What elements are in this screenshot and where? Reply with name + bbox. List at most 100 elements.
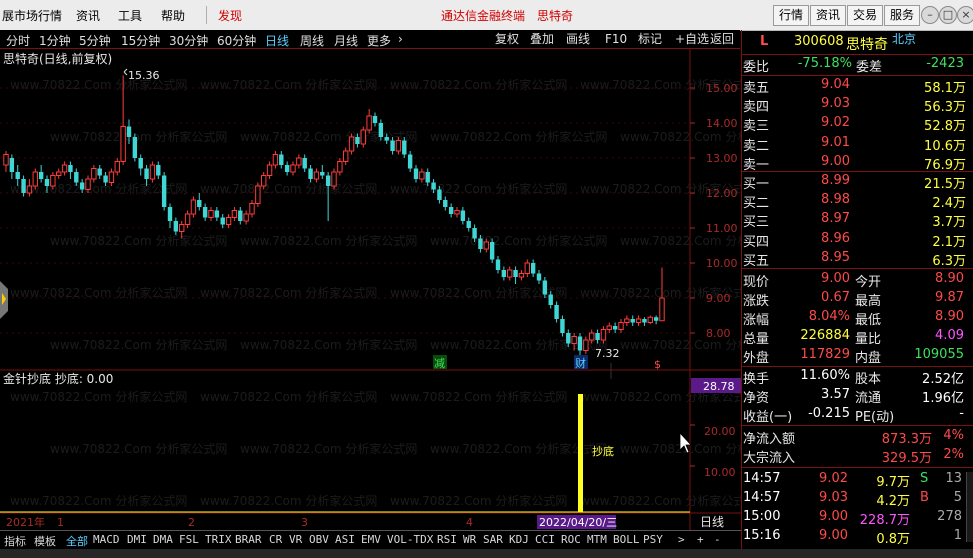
stat-label: 涨跌 [743,294,770,309]
kline-chart[interactable]: www.70822.Com 分析家公式网 www.70822.Com 分析家公式网… [0,49,741,530]
menu-separator [206,6,207,24]
menu-tools[interactable]: 工具 [118,7,142,24]
price-axis-ticks: 15.00 14.00 13.00 12.00 11.00 10.00 9.00 8.00 [690,82,738,340]
watermark-text: www.70822.Com 分析家公式网 [200,389,377,404]
period-15min[interactable]: 15分钟 [121,32,160,49]
candle-body [583,339,589,351]
trade-button[interactable]: 交易 [847,5,883,26]
tab-boll[interactable]: BOLL [613,533,640,546]
candle-body [483,241,489,250]
tab-wr[interactable]: WR [463,533,476,546]
draw-line-button[interactable]: 画线 [566,31,590,47]
news-button[interactable]: 资讯 [810,5,846,26]
service-button[interactable]: 服务 [884,5,920,26]
menu-help[interactable]: 帮助 [161,7,185,24]
tab-cci[interactable]: CCI [535,533,555,546]
tab-next-arrow[interactable]: > [678,533,685,546]
date-month-3: 3 [301,516,308,529]
tab-psy[interactable]: PSY [643,533,663,546]
candle-body [419,171,425,180]
period-daily[interactable]: 日线 [265,32,289,49]
tab-template[interactable]: 模板 [34,533,56,549]
y-tick-label: 13.00 [706,152,738,165]
y-tick-label: 12.00 [706,187,738,200]
period-weekly[interactable]: 周线 [300,32,324,49]
candle-body [395,140,402,152]
candle-body [266,164,273,176]
overlay-button[interactable]: 叠加 [530,31,554,47]
zoom-in-button[interactable]: + [697,533,704,546]
tab-mtm[interactable]: MTM [587,533,607,546]
stat-value: 9.00 [821,271,850,286]
tab-trix[interactable]: TRIX [205,533,232,546]
back-button[interactable]: 返回 [710,31,734,47]
minimize-icon[interactable]: – [921,6,939,24]
chevron-right-icon[interactable]: › [398,32,403,46]
tab-indicator[interactable]: 指标 [4,533,26,549]
sell-label: 卖四 [743,100,770,116]
tab-全部[interactable]: 全部 [66,533,88,549]
tab-fsl[interactable]: FSL [179,533,199,546]
tab-rsi[interactable]: RSI [437,533,457,546]
buy-label: 买二 [743,196,770,212]
period-monthly[interactable]: 月线 [334,32,358,49]
cai-marker[interactable]: 财 [575,356,586,370]
flow-label: 净流入额 [743,432,796,447]
tab-kdj[interactable]: KDJ [509,533,529,546]
tab-obv[interactable]: OBV [309,533,329,546]
candle-body [308,168,313,179]
candle-body [489,242,495,260]
tab-emv[interactable]: EMV [361,533,381,546]
period-1min[interactable]: 1分钟 [39,32,71,49]
tab-asi[interactable]: ASI [335,533,355,546]
add-watchlist-button[interactable]: +自选 [675,31,709,47]
period-5min[interactable]: 5分钟 [79,32,111,49]
stat-value: 0.67 [821,290,850,305]
close-icon[interactable]: × [957,6,973,24]
candle-body [612,326,618,330]
watermark-text: www.70822.Com 分析家公式网 [620,129,741,144]
candle-body [566,333,571,344]
watermark-text: www.70822.Com 分析家公式网 [390,389,567,404]
tab-dmi[interactable]: DMI [127,533,147,546]
jian-marker[interactable]: 减 [434,357,445,370]
menu-news[interactable]: 资讯 [76,7,100,24]
tick-count: 278 [937,509,962,524]
tab-dma[interactable]: DMA [153,533,173,546]
period-more[interactable]: 更多 [367,32,391,49]
tab-vr[interactable]: VR [289,533,302,546]
tab-roc[interactable]: ROC [561,533,581,546]
tick-volume: 0.8万 [876,532,910,547]
ticks-scrollbar[interactable] [966,472,973,542]
period-fenshi[interactable]: 分时 [6,32,30,49]
f10-button[interactable]: F10 [605,31,627,47]
tab-sar[interactable]: SAR [483,533,503,546]
mark-button[interactable]: 标记 [638,31,662,47]
tab-macd[interactable]: MACD [93,533,120,546]
period-30min[interactable]: 30分钟 [169,32,208,49]
zoom-out-button[interactable]: - [714,533,721,546]
fund-label: PE(动) [855,410,895,425]
quote-button[interactable]: 行情 [773,5,809,26]
dividend-marker[interactable]: $ [654,358,661,371]
candle-body [249,203,255,215]
menu-discover[interactable]: 发现 [218,7,242,24]
fuquan-button[interactable]: 复权 [495,31,519,47]
period-60min[interactable]: 60分钟 [217,32,256,49]
candle-body [74,172,79,183]
menu-market[interactable]: 展市场行情 [2,7,62,24]
fund-label: 收益(一) [743,410,793,425]
maximize-icon[interactable]: □ [939,6,957,24]
tab-cr[interactable]: CR [269,533,282,546]
tab-vol-tdx[interactable]: VOL-TDX [387,533,433,546]
tab-brar[interactable]: BRAR [235,533,262,546]
sell-price: 9.03 [821,96,850,112]
candle-body [536,273,542,281]
stat-value: 117829 [800,347,850,362]
flow-percent: 4% [943,428,964,443]
low-price-label: 7.32 [595,347,620,360]
buy-label: 买五 [743,253,770,269]
candle-body [448,207,454,214]
watermark-text: www.70822.Com 分析家公式网 [390,77,567,92]
candle-body [197,200,202,207]
